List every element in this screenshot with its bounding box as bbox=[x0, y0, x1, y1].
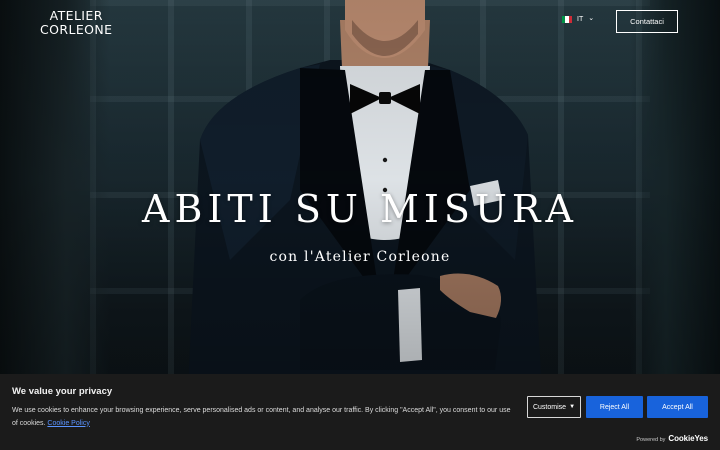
cookie-consent-banner: We value your privacy We use cookies to … bbox=[0, 374, 720, 450]
customise-button[interactable]: Customise ▼ bbox=[527, 396, 581, 418]
cookie-policy-link[interactable]: Cookie Policy bbox=[47, 420, 89, 427]
language-code: IT bbox=[577, 16, 584, 23]
language-selector[interactable]: IT ⌄ bbox=[562, 15, 595, 23]
hero-subtitle: con l'Atelier Corleone bbox=[269, 249, 451, 265]
logo-line-1: ATELIER bbox=[49, 8, 103, 23]
cookie-banner-title: We value your privacy bbox=[12, 386, 113, 397]
customise-label: Customise bbox=[532, 403, 567, 411]
hero-title: ABITI SU MISURA bbox=[142, 187, 578, 231]
cookieyes-logo: CookieYes bbox=[668, 434, 708, 443]
cookie-banner-description: We use cookies to enhance your browsing … bbox=[12, 405, 512, 430]
caret-down-icon: ▼ bbox=[569, 404, 576, 410]
chevron-down-icon: ⌄ bbox=[588, 15, 595, 22]
atelier-corleone-logo[interactable]: ATELIER CORLEONE bbox=[40, 9, 112, 37]
italy-flag-icon bbox=[562, 16, 572, 23]
contact-button[interactable]: Contattaci bbox=[616, 10, 678, 33]
reject-all-button[interactable]: Reject All bbox=[586, 396, 643, 418]
logo-line-2: CORLEONE bbox=[40, 22, 113, 37]
powered-by-cookieyes[interactable]: Powered by CookieYes bbox=[636, 434, 708, 443]
accept-all-button[interactable]: Accept All bbox=[647, 396, 708, 418]
powered-by-label: Powered by bbox=[636, 437, 666, 443]
